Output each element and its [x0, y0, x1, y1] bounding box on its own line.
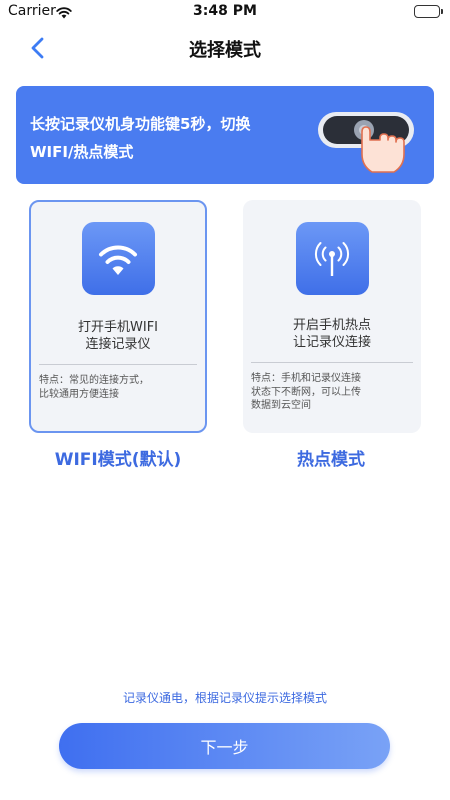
nav-bar: 选择模式	[0, 28, 450, 68]
wifi-mode-label[interactable]: WIFI模式(默认)	[18, 445, 218, 470]
wifi-feature-line1: 特点：常见的连接方式，	[39, 375, 149, 386]
battery-icon	[414, 5, 443, 18]
banner-text: 长按记录仪机身功能键5秒，切换 WIFI/热点模式	[30, 110, 300, 166]
hotspot-mode-label[interactable]: 热点模式	[231, 445, 431, 470]
hotspot-card-feature: 特点：手机和记录仪连接 状态下不断网，可以上传 数据到云空间	[251, 372, 415, 413]
hotspot-card-title-line1: 开启手机热点	[292, 318, 371, 333]
hotspot-card-title: 开启手机热点 让记录仪连接	[243, 317, 421, 351]
hotspot-feature-line1: 特点：手机和记录仪连接	[251, 373, 361, 384]
wifi-mode-card[interactable]: 打开手机WIFI 连接记录仪 特点：常见的连接方式， 比较通用方便连接	[29, 200, 207, 433]
wifi-card-title: 打开手机WIFI 连接记录仪	[31, 319, 205, 353]
hotspot-mode-card[interactable]: 开启手机热点 让记录仪连接 特点：手机和记录仪连接 状态下不断网，可以上传 数据…	[243, 200, 421, 433]
hotspot-card-title-line2: 让记录仪连接	[292, 335, 371, 350]
hotspot-feature-line3: 数据到云空间	[251, 400, 311, 411]
wifi-card-title-line1: 打开手机WIFI	[78, 320, 158, 335]
wifi-icon	[81, 222, 155, 295]
status-bar: Carrier 3:48 PM	[0, 0, 450, 24]
device-press-illustration	[314, 106, 418, 178]
next-button[interactable]: 下一步	[59, 723, 390, 769]
instruction-banner: 长按记录仪机身功能键5秒，切换 WIFI/热点模式	[16, 86, 434, 184]
banner-text-line1: 长按记录仪机身功能键5秒，切换	[30, 115, 251, 133]
hint-text: 记录仪通电，根据记录仪提示选择模式	[122, 691, 327, 705]
divider	[39, 364, 197, 365]
wifi-card-title-line2: 连接记录仪	[85, 337, 151, 352]
banner-text-line2: WIFI/热点模式	[30, 143, 134, 161]
divider	[251, 362, 413, 363]
clock: 3:48 PM	[193, 3, 257, 19]
page-title: 选择模式	[189, 40, 261, 61]
hotspot-feature-line2: 状态下不断网，可以上传	[251, 386, 361, 398]
hotspot-antenna-icon	[295, 222, 369, 295]
wifi-feature-line2: 比较通用方便连接	[39, 388, 119, 400]
wifi-card-feature: 特点：常见的连接方式， 比较通用方便连接	[39, 374, 199, 401]
